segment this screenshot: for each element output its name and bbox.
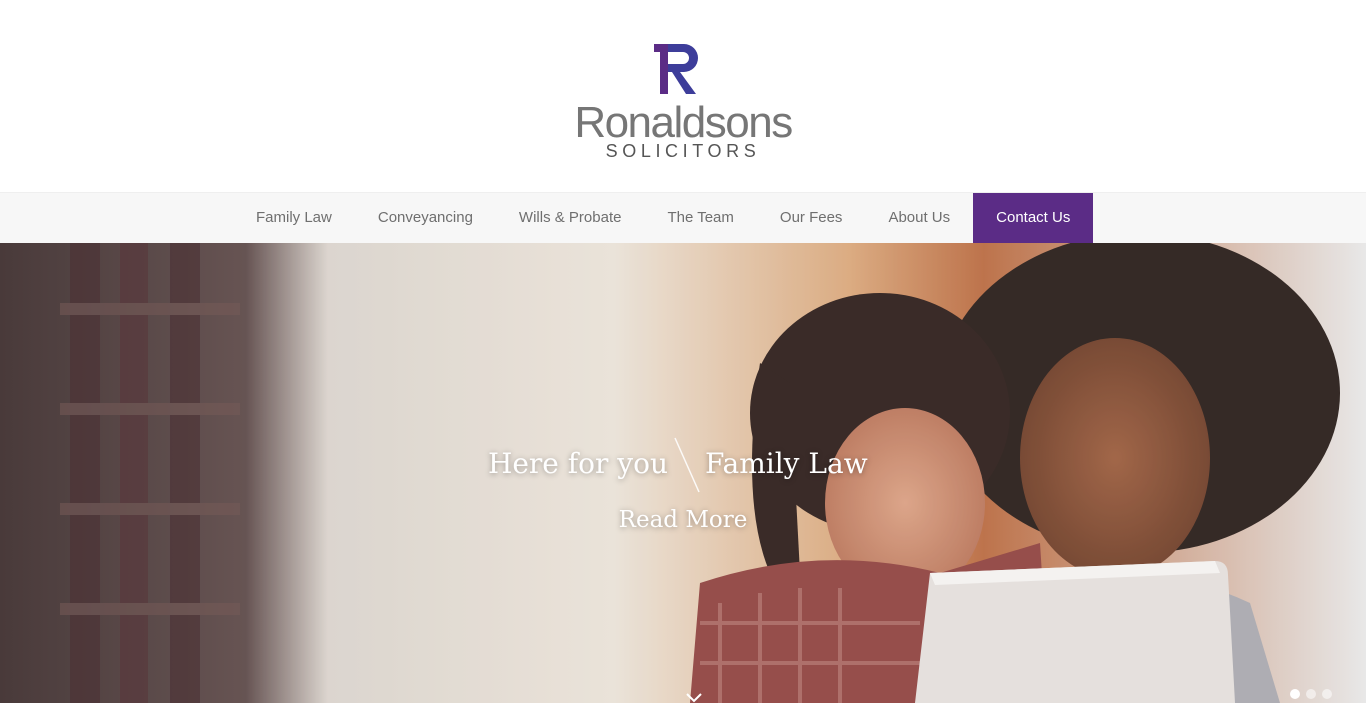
main-nav: Family Law Conveyancing Wills & Probate … — [0, 192, 1366, 244]
title-divider-icon — [674, 437, 700, 493]
nav-item-wills-probate[interactable]: Wills & Probate — [496, 193, 645, 244]
hero-slider: Here for you Family Law Read More — [0, 243, 1366, 703]
nav-item-family-law[interactable]: Family Law — [233, 193, 355, 244]
nav-item-conveyancing[interactable]: Conveyancing — [355, 193, 496, 244]
slider-dot[interactable] — [1290, 689, 1300, 699]
nav-list: Family Law Conveyancing Wills & Probate … — [233, 193, 1094, 244]
logo[interactable]: Ronaldsons SOLICITORS — [560, 40, 806, 165]
slider-dot[interactable] — [1322, 689, 1332, 699]
site-header: Ronaldsons SOLICITORS — [0, 0, 1366, 192]
nav-item-our-fees[interactable]: Our Fees — [757, 193, 866, 244]
hero-title-right: Family Law — [705, 447, 868, 480]
nav-item-about-us[interactable]: About Us — [865, 193, 973, 244]
hero-title-left: Here for you — [487, 447, 668, 480]
logo-subtitle: SOLICITORS — [605, 141, 761, 161]
slider-dot[interactable] — [1306, 689, 1316, 699]
slider-dots — [1290, 689, 1332, 699]
nav-item-contact-us[interactable]: Contact Us — [973, 193, 1094, 244]
hero-read-more: Read More — [0, 507, 1366, 533]
nav-item-the-team[interactable]: The Team — [644, 193, 756, 244]
logo-r-mark-icon — [654, 44, 698, 94]
chevron-down-icon[interactable] — [684, 691, 704, 703]
read-more-link[interactable]: Read More — [619, 507, 748, 533]
